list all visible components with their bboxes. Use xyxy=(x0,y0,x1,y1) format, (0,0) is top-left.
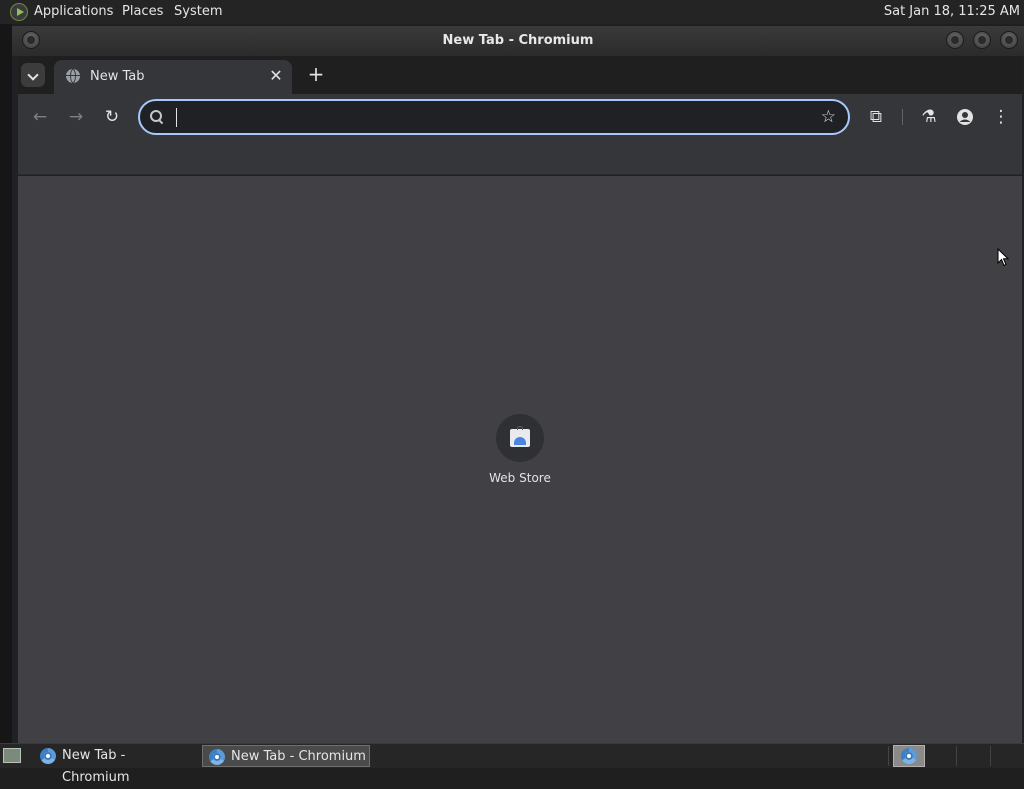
tab-search-button[interactable] xyxy=(21,63,45,87)
top-panel: Applications Places System Sat Jan 18, 1… xyxy=(0,0,1024,24)
close-window-icon[interactable] xyxy=(1000,31,1018,49)
globe-icon xyxy=(66,69,80,83)
window-title: New Tab - Chromium xyxy=(442,33,594,48)
web-store-icon xyxy=(510,426,530,447)
shortcut-label: Web Store xyxy=(489,471,551,485)
chromium-icon xyxy=(901,748,917,764)
tray-separator xyxy=(990,746,991,766)
menu-system[interactable]: System xyxy=(174,4,222,19)
shortcut-tile xyxy=(496,414,544,462)
text-caret xyxy=(176,108,177,127)
taskbar: New Tab - Chromium New Tab - Chromium xyxy=(0,743,1024,785)
chromium-icon xyxy=(209,749,225,765)
extensions-icon[interactable]: ⧉ xyxy=(864,105,888,129)
bookmarks-bar xyxy=(18,140,1022,175)
maximize-icon[interactable] xyxy=(973,31,991,49)
new-tab-button[interactable]: + xyxy=(304,63,328,87)
toolbar: ← → ↻ ☆ ⧉ ⚗ ⋮ xyxy=(18,94,1022,140)
menu-kebab-icon[interactable]: ⋮ xyxy=(989,105,1013,129)
workspace-switcher[interactable] xyxy=(893,745,925,767)
clock[interactable]: Sat Jan 18, 11:25 AM xyxy=(884,4,1020,19)
toolbar-separator xyxy=(902,109,903,125)
shortcut-web-store[interactable]: Web Store xyxy=(480,414,560,504)
new-tab-page: Web Store xyxy=(18,176,1022,743)
tab-label: New Tab xyxy=(90,69,145,84)
tab-strip: New Tab ✕ + xyxy=(18,56,1022,94)
profile-icon[interactable] xyxy=(953,105,977,129)
menu-places[interactable]: Places xyxy=(122,4,163,19)
tray-separator xyxy=(888,746,889,766)
desktop-edge xyxy=(0,24,12,744)
taskbar-item-label: New Tab - Chromium xyxy=(231,749,366,764)
mouse-cursor-icon xyxy=(997,248,1010,267)
bookmark-star-icon[interactable]: ☆ xyxy=(821,106,836,128)
show-desktop-icon[interactable] xyxy=(3,748,21,763)
window-titlebar[interactable]: New Tab - Chromium xyxy=(12,26,1024,56)
menu-applications[interactable]: Applications xyxy=(34,4,113,19)
chromium-icon xyxy=(40,748,56,764)
taskbar-item-active[interactable]: New Tab - Chromium xyxy=(202,745,370,767)
omnibox[interactable]: ☆ xyxy=(138,99,850,135)
applications-logo-icon[interactable] xyxy=(10,3,28,21)
minimize-icon[interactable] xyxy=(946,31,964,49)
address-input[interactable] xyxy=(174,105,804,129)
tray-separator xyxy=(956,746,957,766)
back-button[interactable]: ← xyxy=(28,105,52,129)
search-icon xyxy=(150,110,164,124)
tab-new-tab[interactable]: New Tab ✕ xyxy=(54,60,292,94)
taskbar-item[interactable]: New Tab - Chromium xyxy=(34,745,196,785)
taskbar-item-label: New Tab - Chromium xyxy=(62,748,130,785)
labs-flask-icon[interactable]: ⚗ xyxy=(917,105,941,129)
tab-close-icon[interactable]: ✕ xyxy=(266,66,286,86)
browser-window: New Tab - Chromium New Tab ✕ + ← → ↻ ☆ ⧉… xyxy=(12,26,1024,743)
reload-button[interactable]: ↻ xyxy=(100,105,124,129)
forward-button[interactable]: → xyxy=(64,105,88,129)
